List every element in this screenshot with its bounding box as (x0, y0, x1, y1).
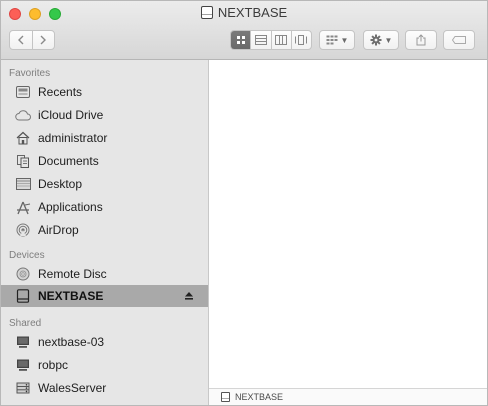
sidebar-item-documents[interactable]: Documents (1, 150, 208, 172)
sidebar-item-robpc[interactable]: robpc (1, 354, 208, 376)
cloud-icon (15, 107, 31, 123)
recents-icon (15, 84, 31, 100)
sidebar-item-icloud-drive[interactable]: iCloud Drive (1, 104, 208, 126)
list-view-button[interactable] (250, 31, 270, 49)
share-icon (416, 34, 426, 46)
server-icon (15, 380, 31, 396)
chevron-right-icon (40, 35, 47, 45)
airdrop-icon (15, 222, 31, 238)
view-mode-group (230, 30, 312, 50)
external-drive-icon (221, 392, 230, 402)
chevron-down-icon: ▼ (384, 35, 393, 45)
sidebar-item-airdrop[interactable]: AirDrop (1, 219, 208, 241)
finder-window: NEXTBASE ▼ ▼ Favorites Recents iCloud Dr… (0, 0, 488, 406)
sidebar-item-nextbase[interactable]: NEXTBASE (1, 285, 208, 307)
action-button[interactable]: ▼ (363, 30, 399, 50)
sidebar-item-recents[interactable]: Recents (1, 81, 208, 103)
sidebar-item-nextbase-03[interactable]: nextbase-03 (1, 331, 208, 353)
icon-view-icon (236, 36, 245, 44)
sidebar-section-devices: Devices (9, 250, 45, 261)
home-icon (15, 130, 31, 146)
arrange-grid-icon (326, 35, 338, 45)
arrange-button[interactable]: ▼ (319, 30, 355, 50)
file-browser-area[interactable] (209, 60, 487, 387)
disc-icon (15, 266, 31, 282)
external-drive-icon (15, 288, 31, 304)
cover-flow-view-button[interactable] (290, 31, 311, 49)
sidebar-item-applications[interactable]: Applications (1, 196, 208, 218)
share-button[interactable] (405, 30, 437, 50)
tag-icon (452, 36, 466, 44)
sidebar-item-label: nextbase-03 (38, 335, 105, 349)
column-view-button[interactable] (270, 31, 291, 49)
navigation-group (9, 30, 55, 50)
computer-icon (15, 334, 31, 350)
sidebar-item-label: Remote Disc (38, 267, 107, 281)
chevron-left-icon (17, 35, 24, 45)
sidebar-item-label: Recents (38, 85, 83, 99)
window-title: NEXTBASE (1, 5, 487, 20)
chevron-down-icon: ▼ (340, 35, 349, 45)
forward-button[interactable] (31, 31, 55, 49)
sidebar: Favorites Recents iCloud Drive administr… (1, 60, 209, 405)
sidebar-item-remote-disc[interactable]: Remote Disc (1, 263, 208, 285)
applications-icon (15, 199, 31, 215)
sidebar-item-label: robpc (38, 358, 69, 372)
list-view-icon (254, 35, 267, 45)
desktop-icon (15, 176, 31, 192)
sidebar-item-label: Documents (38, 154, 99, 168)
sidebar-item-label: Applications (38, 200, 103, 214)
sidebar-item-label: AirDrop (38, 223, 79, 237)
path-item-nextbase[interactable]: NEXTBASE (235, 392, 283, 402)
computer-icon (15, 357, 31, 373)
toolbar: NEXTBASE ▼ ▼ (1, 1, 487, 60)
column-view-icon (275, 35, 288, 45)
sidebar-item-label: Desktop (38, 177, 83, 191)
sidebar-section-favorites: Favorites (9, 68, 51, 79)
sidebar-item-walesserver[interactable]: WalesServer (1, 377, 208, 399)
sidebar-item-administrator[interactable]: administrator (1, 127, 208, 149)
documents-icon (15, 153, 31, 169)
external-drive-icon (200, 6, 213, 19)
eject-icon[interactable] (182, 289, 196, 303)
sidebar-item-label: iCloud Drive (38, 108, 104, 122)
back-button[interactable] (10, 31, 32, 49)
sidebar-section-shared: Shared (9, 318, 42, 329)
cover-flow-view-icon (295, 35, 308, 45)
sidebar-item-desktop[interactable]: Desktop (1, 173, 208, 195)
sidebar-item-label: WalesServer (38, 381, 107, 395)
sidebar-item-label: NEXTBASE (38, 289, 104, 303)
icon-view-button[interactable] (231, 31, 251, 49)
tag-button[interactable] (443, 30, 475, 50)
gear-icon (370, 34, 382, 46)
path-bar: NEXTBASE (209, 388, 487, 405)
sidebar-item-label: administrator (38, 131, 108, 145)
